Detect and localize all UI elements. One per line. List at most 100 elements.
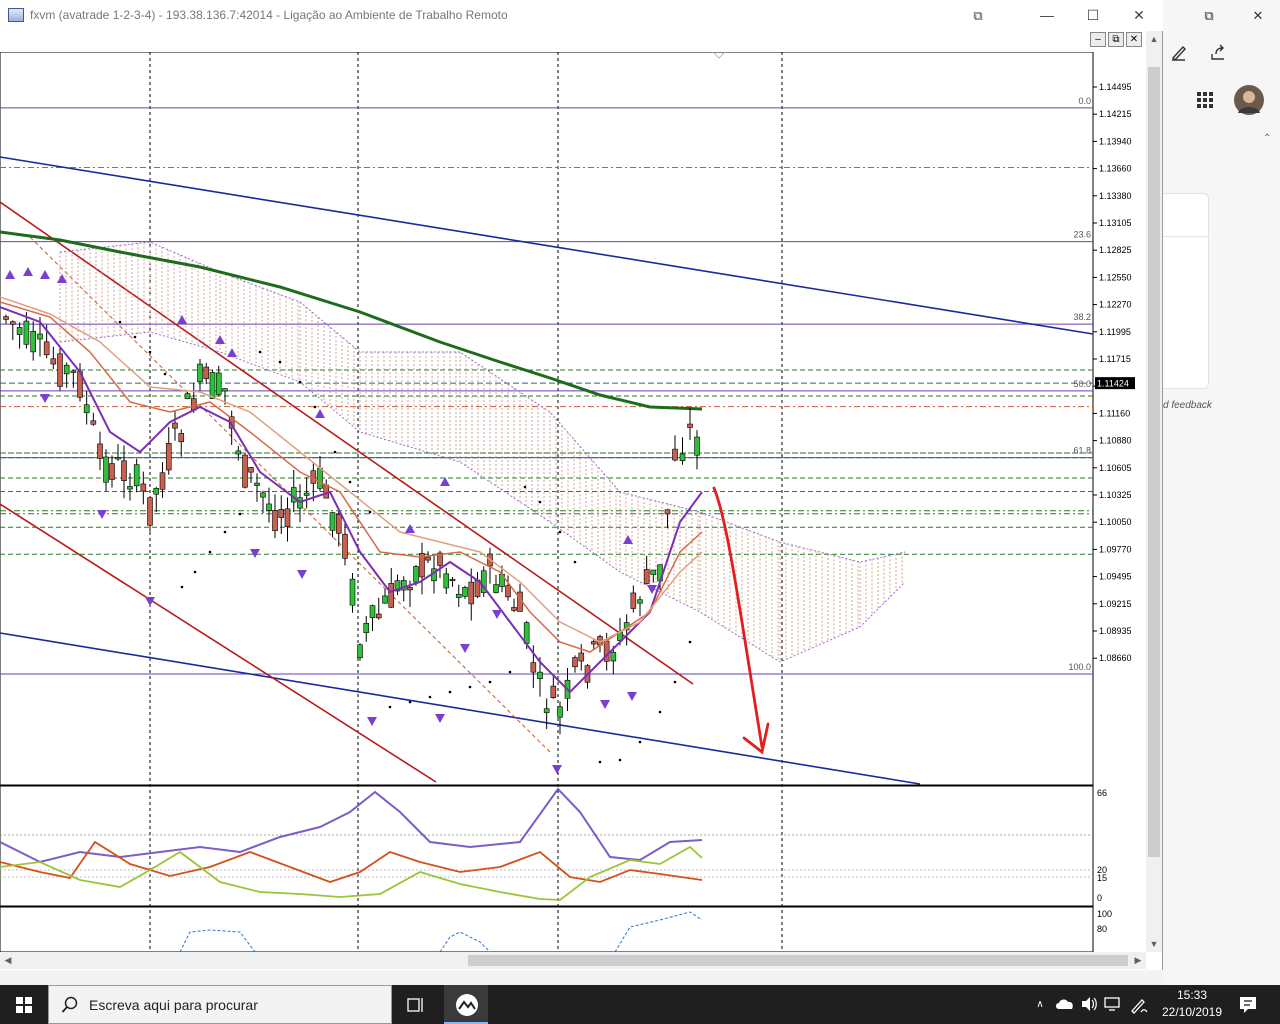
price-axis-label: 1.12550 (1099, 272, 1132, 282)
price-axis-label: 1.14215 (1099, 109, 1132, 119)
candle-body (637, 599, 643, 604)
price-axis-label: 1.12270 (1099, 300, 1132, 310)
sar-dot (598, 760, 602, 764)
avatar[interactable] (1234, 85, 1264, 115)
candle-body (147, 497, 153, 526)
candle-body (209, 372, 216, 399)
clock-time[interactable]: 15:33 (1162, 988, 1222, 1002)
sar-dot (408, 700, 412, 704)
candle-body (643, 569, 650, 584)
candle-body (50, 358, 57, 365)
fib-level-label: 100.0 (1068, 662, 1091, 672)
side-close-button[interactable]: ✕ (1239, 0, 1277, 31)
price-axis-label: 1.09770 (1099, 544, 1132, 554)
candle-body (462, 587, 468, 597)
fib-level-label: 38.2 (1073, 312, 1091, 322)
side-restore-button[interactable]: ⧉ (1190, 0, 1228, 31)
task-view-icon[interactable] (406, 995, 426, 1015)
candle-body (103, 456, 109, 483)
pen-workspace-icon[interactable] (1129, 996, 1149, 1014)
candle-body (455, 593, 462, 598)
candle-body (266, 503, 272, 511)
sar-dot (368, 510, 372, 514)
sar-dot (523, 485, 527, 489)
current-price-label: 1.11424 (1097, 379, 1129, 389)
candle-body (425, 556, 431, 561)
sar-dot (488, 680, 492, 684)
candle-body (133, 464, 140, 487)
side-app-panel: ⧉ ✕ ⌃ d feedback (1163, 0, 1280, 985)
share-icon[interactable] (1208, 42, 1228, 62)
candle-body (127, 486, 133, 490)
sar-dot (278, 360, 282, 364)
taskbar-search-box[interactable]: Escreva aqui para procurar (48, 985, 392, 1024)
clock-date[interactable]: 22/10/2019 (1156, 1005, 1228, 1019)
connection-bar-icon[interactable]: ⧉ (955, 0, 1001, 31)
candle-body (335, 514, 342, 534)
candle-body (43, 341, 50, 356)
sar-dot (238, 512, 242, 516)
stoch-plot-frame (0, 906, 1094, 952)
candle-body (90, 420, 97, 425)
sar-dot (193, 570, 197, 574)
notifications-icon[interactable] (1238, 995, 1258, 1015)
apps-grid-icon[interactable] (1196, 91, 1214, 109)
candle-body (254, 482, 260, 486)
candle-body (242, 454, 248, 488)
sar-dot (673, 680, 677, 684)
scroll-down-icon[interactable]: ▼ (1146, 936, 1162, 952)
candle-body (172, 422, 178, 429)
candle-body (375, 613, 382, 619)
pen-icon[interactable] (1169, 42, 1189, 62)
side-chevron-icon[interactable]: ⌃ (1263, 133, 1271, 144)
chart-canvas[interactable]: 0.0 23.6 38.2 50.0 61.8 100.0 1.14495 1.14215 1.… (0, 52, 1146, 952)
price-axis-label: 1.10050 (1099, 517, 1132, 527)
tray-chevron-icon[interactable]: ∧ (1030, 985, 1050, 1024)
windows-start-icon[interactable] (0, 985, 48, 1024)
price-axis-label: 1.13660 (1099, 164, 1132, 174)
horizontal-scroll-thumb[interactable] (468, 955, 1128, 966)
horizontal-scrollbar[interactable]: ◀ ▶ (0, 952, 1146, 969)
candle-body (443, 573, 450, 589)
sar-dot (428, 695, 432, 699)
candle-body (413, 566, 419, 583)
maximize-button[interactable]: ☐ (1070, 0, 1116, 31)
candle-body (578, 652, 585, 662)
candle-body (363, 622, 370, 633)
candle-body (272, 510, 278, 531)
close-button[interactable]: ✕ (1116, 0, 1162, 31)
scroll-right-icon[interactable]: ▶ (1130, 952, 1146, 968)
candle-body (550, 685, 557, 699)
minimize-button[interactable]: — (1024, 0, 1070, 31)
onedrive-icon[interactable] (1055, 997, 1075, 1011)
chart-restore-button[interactable]: ⧉ (1108, 32, 1124, 47)
window-titlebar[interactable]: fxvm (avatrade 1-2-3-4) - 193.38.136.7:4… (0, 0, 1163, 31)
candle-body (10, 321, 16, 325)
candle-body (493, 584, 499, 593)
candle-body (349, 578, 356, 606)
candle-body (83, 404, 90, 414)
sar-dot (638, 740, 642, 744)
scroll-left-icon[interactable]: ◀ (0, 952, 16, 968)
candle-body (184, 393, 191, 400)
candle-body (342, 533, 348, 559)
candle-body (557, 706, 563, 718)
candle-body (235, 450, 242, 455)
vertical-scroll-thumb[interactable] (1148, 67, 1160, 857)
price-axis-label: 1.09495 (1099, 572, 1132, 582)
sar-dot (148, 350, 152, 354)
network-icon[interactable] (1104, 996, 1122, 1012)
candle-body (329, 512, 336, 531)
sar-dot (348, 480, 352, 484)
taskbar-remote-desktop-button[interactable] (444, 985, 488, 1024)
price-chart[interactable]: 0.0 23.6 38.2 50.0 61.8 100.0 1.14495 1.14215 1.… (0, 52, 1146, 952)
price-axis-label: 1.13380 (1099, 191, 1132, 201)
chart-close-button[interactable]: ✕ (1126, 32, 1142, 47)
chart-minimize-button[interactable]: – (1090, 32, 1106, 47)
candle-body (215, 372, 222, 395)
sar-dot (658, 710, 662, 714)
feedback-link[interactable]: d feedback (1163, 400, 1212, 411)
volume-icon[interactable] (1080, 996, 1098, 1012)
scroll-up-icon[interactable]: ▲ (1146, 31, 1162, 47)
vertical-scrollbar[interactable]: ▲ ▼ (1146, 31, 1162, 952)
